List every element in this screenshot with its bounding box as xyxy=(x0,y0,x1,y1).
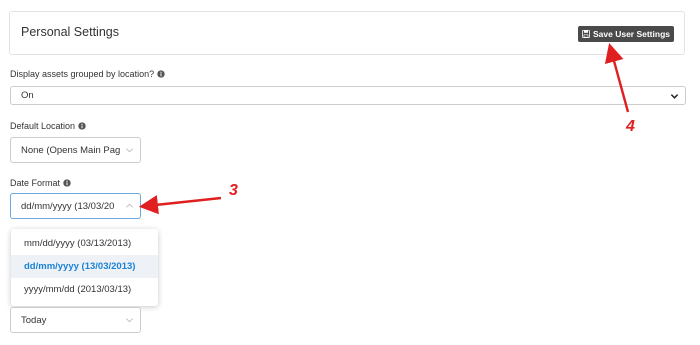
date-format-value: dd/mm/yyyy (13/03/20 xyxy=(21,200,115,212)
grouped-label-row: Display assets grouped by location? xyxy=(10,69,165,79)
info-icon xyxy=(157,70,165,78)
panel-title: Personal Settings xyxy=(21,25,119,39)
annotation-number-3: 3 xyxy=(229,182,238,199)
chevron-up-icon xyxy=(125,201,134,211)
date-format-select[interactable]: dd/mm/yyyy (13/03/20 xyxy=(10,193,141,219)
date-format-option[interactable]: yyyy/mm/dd (2013/03/13) xyxy=(11,278,158,301)
date-format-option[interactable]: mm/dd/yyyy (03/13/2013) xyxy=(11,232,158,255)
date-format-label-row: Date Format xyxy=(10,178,71,188)
date-format-option-selected[interactable]: dd/mm/yyyy (13/03/2013) xyxy=(11,255,158,278)
default-location-select[interactable]: None (Opens Main Pag xyxy=(10,137,141,163)
date-format-label: Date Format xyxy=(10,178,61,188)
annotation-number-4: 4 xyxy=(626,118,635,135)
info-icon xyxy=(63,179,71,187)
partially-hidden-value: Today xyxy=(21,314,47,326)
info-icon xyxy=(78,122,86,130)
save-user-settings-button[interactable]: Save User Settings xyxy=(578,26,674,42)
annotation-arrow-3 xyxy=(138,195,222,215)
floppy-disk-icon xyxy=(581,30,590,38)
grouped-select[interactable]: On xyxy=(10,86,686,105)
default-location-label-row: Default Location xyxy=(10,121,86,131)
chevron-down-icon xyxy=(125,145,134,155)
partially-hidden-select[interactable]: Today xyxy=(10,307,141,333)
default-location-value: None (Opens Main Pag xyxy=(21,144,121,156)
grouped-select-value: On xyxy=(21,90,34,101)
date-format-dropdown: mm/dd/yyyy (03/13/2013) dd/mm/yyyy (13/0… xyxy=(11,229,158,306)
chevron-down-icon xyxy=(126,318,133,323)
default-location-label: Default Location xyxy=(10,121,76,131)
grouped-label: Display assets grouped by location? xyxy=(10,69,155,79)
save-button-label: Save User Settings xyxy=(592,29,670,39)
chevron-down-icon xyxy=(670,93,679,99)
